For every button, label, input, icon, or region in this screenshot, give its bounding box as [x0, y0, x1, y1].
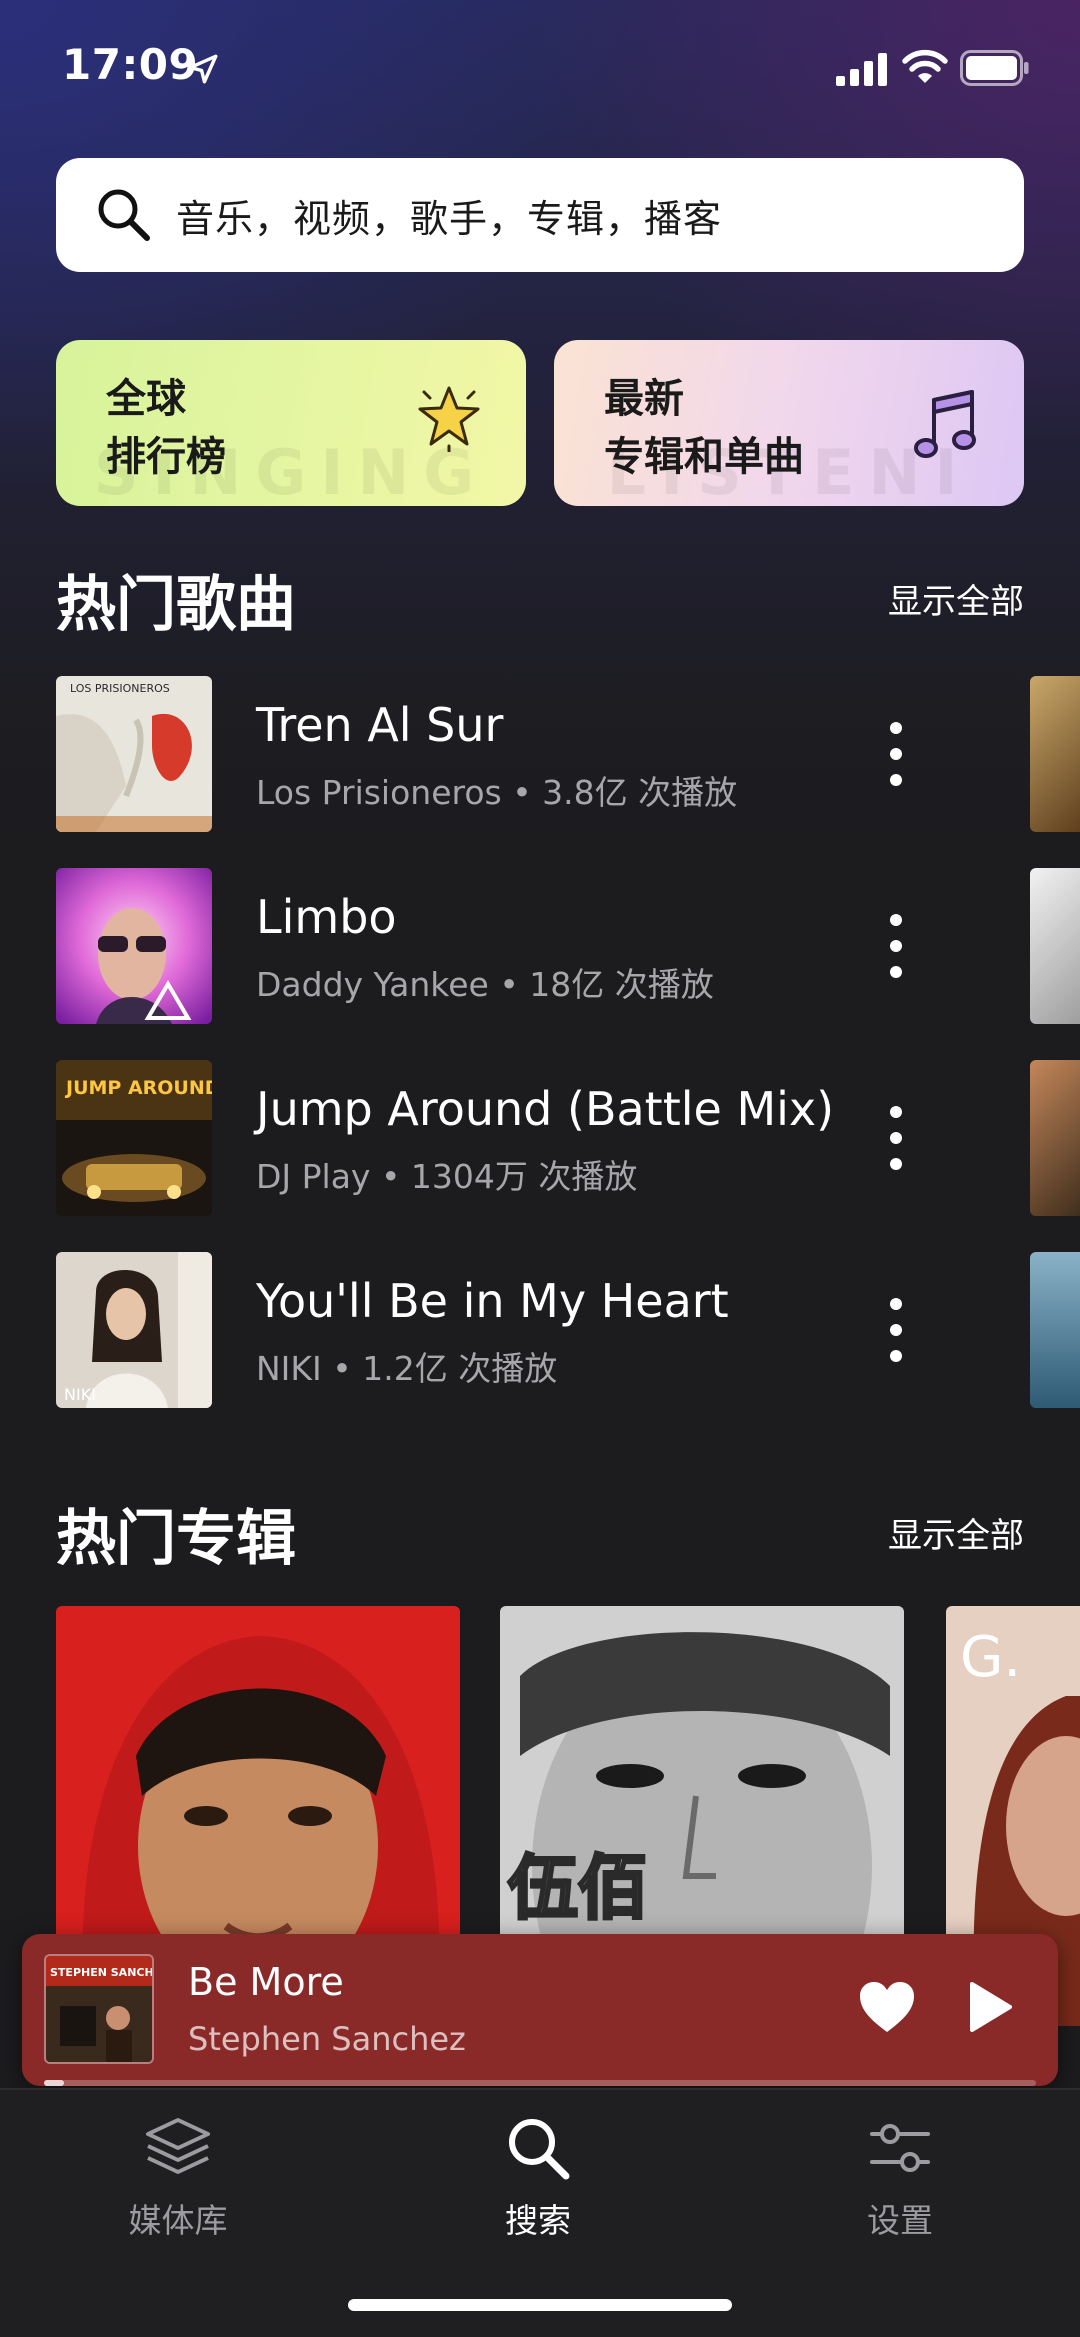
- song-row[interactable]: JUMP AROUND Jump Around (Battle Mix) DJ …: [56, 1060, 936, 1216]
- more-options-icon[interactable]: [876, 908, 916, 984]
- song-meta: Daddy Yankee • 18亿 次播放: [256, 965, 714, 1004]
- now-playing-cover: STEPHEN SANCHEZ: [44, 1954, 154, 2064]
- card-title-line1: 全球: [106, 376, 186, 422]
- new-releases-card[interactable]: LISTENI 最新 专辑和单曲: [554, 340, 1024, 506]
- song-row[interactable]: LOS PRISIONEROS Tren Al Sur Los Prisione…: [56, 676, 936, 832]
- cellular-signal-icon: [836, 53, 887, 86]
- tab-library[interactable]: 媒体库: [78, 2112, 278, 2252]
- song-row[interactable]: Limbo Daddy Yankee • 18亿 次播放: [56, 868, 936, 1024]
- card-title-line2: 排行榜: [106, 434, 226, 480]
- song-row[interactable]: NIKI You'll Be in My Heart NIKI • 1.2亿 次…: [56, 1252, 936, 1408]
- hot-albums-show-all-button[interactable]: 显示全部: [888, 1508, 1024, 1557]
- song-meta: DJ Play • 1304万 次播放: [256, 1157, 638, 1196]
- playback-progress[interactable]: [44, 2080, 1036, 2086]
- now-playing-title: Be More: [188, 1960, 344, 2004]
- tab-settings[interactable]: 设置: [800, 2112, 1000, 2252]
- sliders-icon: [870, 2124, 930, 2172]
- album-cover: [56, 868, 212, 1024]
- song-title: Jump Around (Battle Mix): [256, 1082, 835, 1136]
- search-input[interactable]: 音乐，视频，歌手，专辑，播客: [56, 158, 1024, 272]
- next-song-cover[interactable]: [1030, 868, 1080, 1024]
- album-cover: JUMP AROUND: [56, 1060, 212, 1216]
- global-charts-card[interactable]: SINGING 全球 排行榜: [56, 340, 526, 506]
- song-meta: Los Prisioneros • 3.8亿 次播放: [256, 773, 738, 812]
- play-icon[interactable]: [966, 1980, 1014, 2034]
- next-song-cover[interactable]: [1030, 676, 1080, 832]
- song-title: You'll Be in My Heart: [256, 1274, 729, 1328]
- layers-icon: [146, 2118, 210, 2174]
- next-song-cover[interactable]: [1030, 1060, 1080, 1216]
- search-placeholder: 音乐，视频，歌手，专辑，播客: [176, 196, 723, 241]
- battery-icon: [960, 50, 1029, 86]
- app-screen: 17:09 音乐，视频，歌手，专辑，播客 SINGING 全球 排行榜 LIST…: [0, 0, 1080, 2337]
- cover-text: NIKI: [64, 1385, 96, 1404]
- search-icon: [98, 189, 150, 241]
- status-time: 17:09: [62, 40, 199, 89]
- hot-albums-title: 热门专辑: [56, 1504, 296, 1574]
- tab-label: 搜索: [505, 2201, 571, 2240]
- card-title-line1: 最新: [604, 376, 684, 422]
- album-text: G.: [960, 1625, 1021, 1690]
- mini-player[interactable]: STEPHEN SANCHEZ Be More Stephen Sanchez: [22, 1934, 1058, 2086]
- song-meta: NIKI • 1.2亿 次播放: [256, 1349, 558, 1388]
- location-arrow-icon: [188, 54, 218, 84]
- card-title-line2: 专辑和单曲: [604, 434, 804, 480]
- hot-songs-show-all-button[interactable]: 显示全部: [888, 574, 1024, 623]
- song-title: Tren Al Sur: [256, 698, 504, 752]
- music-note-icon: [914, 390, 976, 458]
- cover-text: STEPHEN SANCHEZ: [50, 1966, 152, 1979]
- hot-songs-title: 热门歌曲: [56, 570, 296, 640]
- tab-label: 设置: [867, 2201, 933, 2240]
- cover-text: LOS PRISIONEROS: [70, 682, 170, 695]
- more-options-icon[interactable]: [876, 1100, 916, 1176]
- cover-text: JUMP AROUND: [64, 1077, 212, 1099]
- heart-icon[interactable]: [858, 1980, 916, 2034]
- home-indicator[interactable]: [348, 2299, 732, 2311]
- album-cover: LOS PRISIONEROS: [56, 676, 212, 832]
- album-cover: NIKI: [56, 1252, 212, 1408]
- status-bar: 17:09: [0, 0, 1080, 140]
- next-song-cover[interactable]: [1030, 1252, 1080, 1408]
- song-title: Limbo: [256, 890, 397, 944]
- playback-progress-fill: [44, 2080, 64, 2086]
- now-playing-artist: Stephen Sanchez: [188, 2020, 466, 2058]
- tab-label: 媒体库: [128, 2201, 228, 2240]
- star-icon: [418, 386, 480, 452]
- wifi-icon: [902, 49, 948, 83]
- more-options-icon[interactable]: [876, 716, 916, 792]
- tab-search[interactable]: 搜索: [438, 2112, 638, 2252]
- album-text: 伍佰: [508, 1847, 648, 1929]
- more-options-icon[interactable]: [876, 1292, 916, 1368]
- search-icon: [509, 2119, 570, 2180]
